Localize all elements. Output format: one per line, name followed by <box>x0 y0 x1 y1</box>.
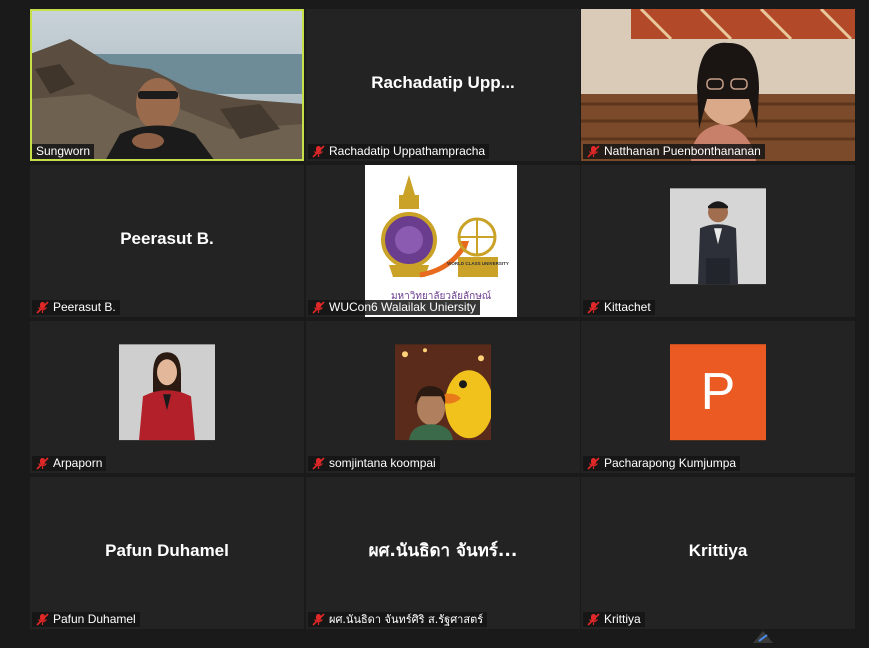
participant-tile-arpaporn[interactable]: Arpaporn <box>30 321 304 473</box>
participant-label: WUCon6 Walailak Uniersity <box>308 300 480 315</box>
participant-display-name: Pafun Duhamel <box>105 541 229 560</box>
participant-label: Peerasut B. <box>32 300 120 315</box>
mic-muted-icon <box>312 457 325 470</box>
participant-name: Peerasut B. <box>53 300 116 314</box>
participant-tile-nanthida[interactable]: ผศ.นันธิดา จันทร์... ผศ.นันธิดา จันทร์ศิ… <box>306 477 580 629</box>
participant-tile-peerasut[interactable]: Peerasut B. Peerasut B. <box>30 165 304 317</box>
mic-muted-icon <box>587 145 600 158</box>
participant-tile-kittachet[interactable]: Kittachet <box>581 165 855 317</box>
participant-label: Kittachet <box>583 300 655 315</box>
participant-tile-natthanan[interactable]: Natthanan Puenbonthananan <box>581 9 855 161</box>
video-feed-sungworn <box>30 9 304 161</box>
participant-tile-rachadatip[interactable]: Rachadatip Upp... Rachadatip Uppathampra… <box>306 9 580 161</box>
mic-muted-icon <box>587 301 600 314</box>
participant-tile-sungworn[interactable]: Sungworn <box>30 9 304 161</box>
video-grid: Sungworn Rachadatip Upp... Rachadatip Up… <box>0 0 869 643</box>
participant-display-name: Peerasut B. <box>120 229 214 248</box>
participant-name: ผศ.นันธิดา จันทร์ศิริ ส.รัฐศาสตร์ <box>329 613 484 626</box>
participant-label: Arpaporn <box>32 456 107 471</box>
participant-display-name: Rachadatip Upp... <box>371 73 515 92</box>
mic-muted-icon <box>587 457 600 470</box>
participant-name: Rachadatip Uppathampracha <box>329 144 486 158</box>
participant-label: Krittiya <box>583 612 645 627</box>
video-feed-natthanan <box>581 9 855 161</box>
mic-muted-icon <box>36 613 49 626</box>
participant-name: Kittachet <box>604 300 651 314</box>
world-class-badge-text: WORLD CLASS UNIVERSITY <box>447 261 509 266</box>
participant-display-name: ผศ.นันธิดา จันทร์... <box>368 540 518 561</box>
mic-muted-icon <box>587 613 600 626</box>
participant-name: Arpaporn <box>53 456 103 470</box>
participant-label: Pacharapong Kumjumpa <box>583 456 741 471</box>
mic-muted-icon <box>36 301 49 314</box>
participant-name: Pafun Duhamel <box>53 612 136 626</box>
participant-name: somjintana koompai <box>329 456 436 470</box>
page-down-icon[interactable] <box>749 629 777 643</box>
walailak-logo: WORLD CLASS UNIVERSITY มหาวิทยาลัยวลัยลั… <box>365 165 517 317</box>
participant-label: Pafun Duhamel <box>32 612 140 627</box>
mic-muted-icon <box>36 457 49 470</box>
profile-photo-arpaporn <box>119 344 215 441</box>
participant-name: Krittiya <box>604 612 641 626</box>
profile-photo-somjintana <box>395 344 491 441</box>
participant-label: somjintana koompai <box>308 456 440 471</box>
participant-tile-wucon6[interactable]: WORLD CLASS UNIVERSITY มหาวิทยาลัยวลัยลั… <box>306 165 580 317</box>
participant-label: Natthanan Puenbonthananan <box>583 144 765 159</box>
participant-tile-pafun[interactable]: Pafun Duhamel Pafun Duhamel <box>30 477 304 629</box>
participant-label: ผศ.นันธิดา จันทร์ศิริ ส.รัฐศาสตร์ <box>308 612 488 627</box>
participant-name: Sungworn <box>36 144 91 158</box>
participant-tile-pacharapong[interactable]: P Pacharapong Kumjumpa <box>581 321 855 473</box>
mic-muted-icon <box>312 301 325 314</box>
participant-name: WUCon6 Walailak Uniersity <box>329 300 476 314</box>
avatar-initial-pacharapong: P <box>670 344 766 441</box>
participant-label: Sungworn <box>32 144 95 159</box>
participant-tile-krittiya[interactable]: Krittiya Krittiya <box>581 477 855 629</box>
mic-muted-icon <box>312 613 325 626</box>
participant-name: Pacharapong Kumjumpa <box>604 456 737 470</box>
mic-muted-icon <box>312 145 325 158</box>
profile-photo-kittachet <box>670 188 766 285</box>
participant-display-name: Krittiya <box>688 541 748 560</box>
participant-label: Rachadatip Uppathampracha <box>308 144 490 159</box>
participant-tile-somjintana[interactable]: somjintana koompai <box>306 321 580 473</box>
participant-name: Natthanan Puenbonthananan <box>604 144 761 158</box>
